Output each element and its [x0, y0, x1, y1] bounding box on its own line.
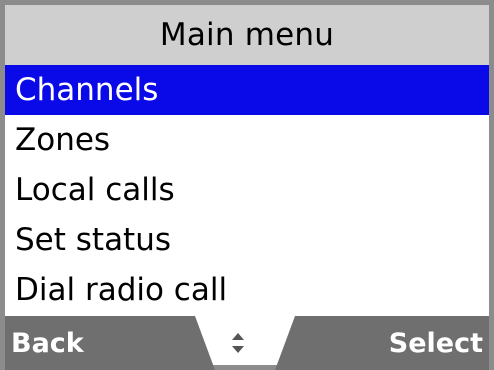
menu-item-set-status[interactable]: Set status	[5, 215, 489, 265]
select-softkey[interactable]: Select	[389, 316, 483, 370]
main-menu-list: Channels Zones Local calls Set status Di…	[5, 65, 489, 315]
menu-item-channels[interactable]: Channels	[5, 65, 489, 115]
radio-display: Main menu Channels Zones Local calls Set…	[0, 0, 494, 370]
up-down-arrows-glyph	[232, 333, 244, 353]
menu-item-local-calls[interactable]: Local calls	[5, 165, 489, 215]
up-down-arrows-icon[interactable]	[223, 328, 253, 358]
menu-item-zones[interactable]: Zones	[5, 115, 489, 165]
menu-item-dial-radio-call[interactable]: Dial radio call	[5, 265, 489, 315]
page-title: Main menu	[5, 5, 489, 65]
back-softkey[interactable]: Back	[11, 316, 84, 370]
softkey-bar: Back Select	[5, 316, 489, 370]
